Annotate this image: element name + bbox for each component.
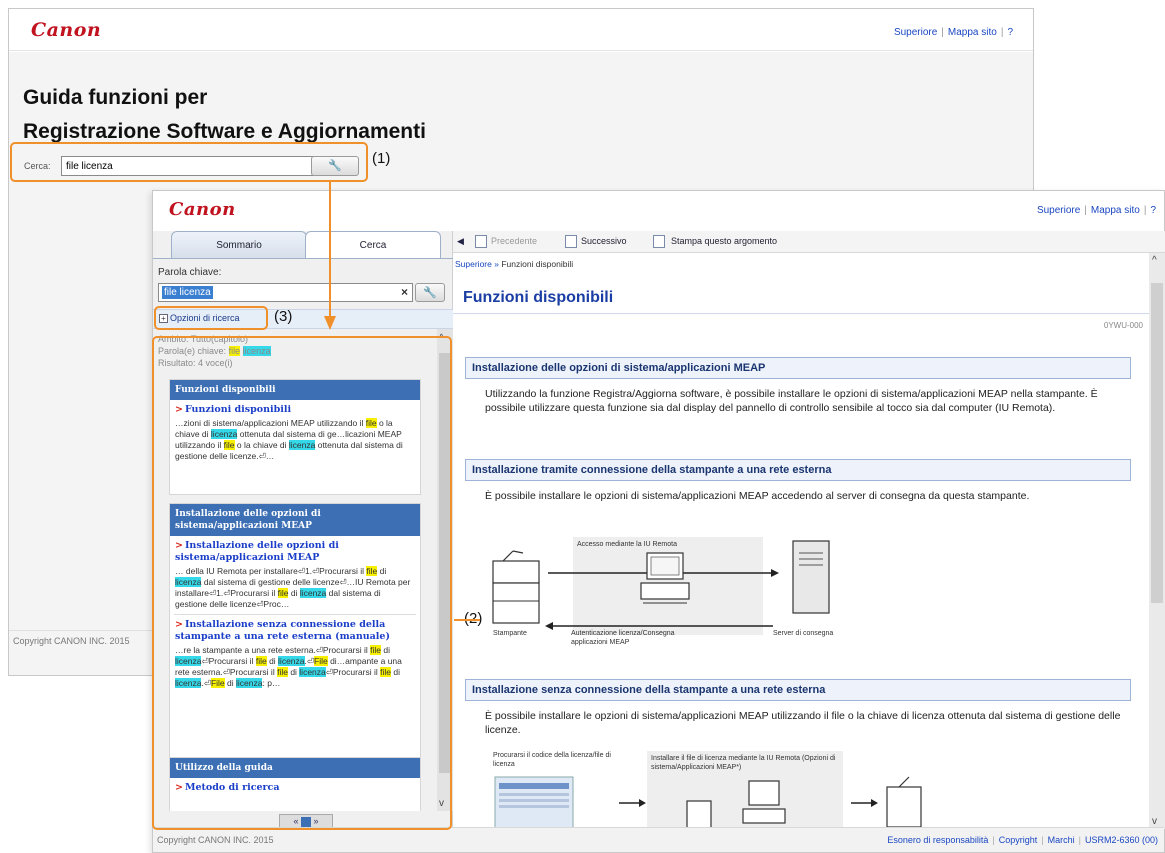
figure2-right-label: Installare il file di licenza mediante l… <box>651 755 836 771</box>
back-header: Canon Superiore | Mappa sito |? <box>9 9 1033 51</box>
collapse-arrow-icon[interactable]: ◀ <box>457 236 464 247</box>
guide-title-line2: Registrazione Software e Aggiornamenti <box>23 120 426 143</box>
clear-icon[interactable]: × <box>401 285 408 299</box>
content-scrollbar[interactable]: ^ v <box>1149 253 1165 829</box>
annotation-label-3: (3) <box>274 308 293 325</box>
link-superiore[interactable]: Superiore <box>894 27 937 38</box>
figure2-left-label: Procurarsi il codice della licenza/file … <box>493 752 611 768</box>
section-text: È possibile installare le opzioni di sis… <box>485 710 1121 736</box>
link-help[interactable]: ? <box>1150 205 1156 216</box>
breadcrumb: Superiore » Funzioni disponibili <box>455 259 574 269</box>
link-help[interactable]: ? <box>1007 27 1013 38</box>
footer-code: USRM2-6360 (00) <box>1084 835 1158 845</box>
next-icon[interactable] <box>565 235 577 248</box>
footer-trademarks-link[interactable]: Marchi <box>1048 835 1075 845</box>
keyword-input[interactable]: file licenza × <box>158 283 413 302</box>
front-copyright: Copyright CANON INC. 2015 <box>157 835 274 845</box>
topic-navbar: ◀ Precedente Successivo Stampa questo ar… <box>453 231 1165 253</box>
front-footer: Copyright CANON INC. 2015 Esonero di res… <box>153 827 1164 852</box>
section-text: È possibile installare le opzioni di sis… <box>485 490 1030 502</box>
section-heading: Installazione delle opzioni di sistema/a… <box>465 357 1131 379</box>
printer-icon <box>492 550 540 624</box>
doc-id: 0YWU-000 <box>1103 321 1143 330</box>
tab-sommario[interactable]: Sommario <box>171 231 307 259</box>
section-heading: Installazione tramite connessione della … <box>465 459 1131 481</box>
section-heading: Installazione senza connessione della st… <box>465 679 1131 701</box>
scroll-down-icon[interactable]: v <box>1152 816 1157 827</box>
front-header: Canon Superiore | Mappa sito |? <box>153 191 1164 231</box>
print-link[interactable]: Stampa questo argomento <box>671 236 777 246</box>
breadcrumb-current: Funzioni disponibili <box>501 259 574 269</box>
diagram-graphics <box>492 540 830 630</box>
annotation-label-1: (1) <box>372 150 391 167</box>
annotation-box-search <box>10 142 368 182</box>
scrollbar-thumb[interactable] <box>1151 283 1163 603</box>
diagram2-graphics <box>494 776 922 829</box>
back-copyright: Copyright CANON INC. 2015 <box>13 636 130 646</box>
link-mappa-sito[interactable]: Mappa sito <box>1091 205 1140 216</box>
previous-link[interactable]: Precedente <box>491 236 537 246</box>
computer-icon <box>640 552 690 604</box>
annotation-box-results <box>152 336 452 830</box>
print-icon[interactable] <box>653 235 665 248</box>
front-top-links: Superiore | Mappa sito |? <box>1036 205 1156 216</box>
next-link[interactable]: Successivo <box>581 236 627 246</box>
footer-links: Esonero di responsabilità | Copyright | Marc… <box>887 835 1158 845</box>
link-superiore[interactable]: Superiore <box>1037 205 1080 216</box>
previous-icon[interactable] <box>475 235 487 248</box>
scroll-up-icon[interactable]: ^ <box>1152 255 1157 266</box>
keyword-search-button[interactable]: 🔧 <box>415 283 445 302</box>
wrench-icon: 🔧 <box>423 287 437 299</box>
page-title: Funzioni disponibili <box>463 289 614 306</box>
section-text: Utilizzando la funzione Registra/Aggiorn… <box>485 388 1098 414</box>
keyword-label: Parola chiave: <box>158 267 222 278</box>
annotation-box-options <box>154 306 268 330</box>
annotation-label-2: (2) <box>464 610 483 627</box>
printer-label: Stampante <box>493 630 527 637</box>
canon-logo: Canon <box>31 19 102 41</box>
server-icon <box>792 540 830 614</box>
server-label: Server di consegna <box>773 630 834 637</box>
footer-disclaimer-link[interactable]: Esonero di responsabilità <box>887 835 988 845</box>
link-mappa-sito[interactable]: Mappa sito <box>948 27 997 38</box>
canon-logo: Canon <box>169 199 236 220</box>
footer-copyright-link[interactable]: Copyright <box>999 835 1038 845</box>
tab-cerca[interactable]: Cerca <box>305 231 441 259</box>
back-top-links: Superiore | Mappa sito |? <box>893 27 1013 38</box>
auth-label: Autenticazione licenza/Consegna applicaz… <box>571 630 675 646</box>
content-pane: ◀ Precedente Successivo Stampa questo ar… <box>453 231 1165 829</box>
keyword-value: file licenza <box>162 286 213 299</box>
guide-title-line1: Guida funzioni per <box>23 86 208 109</box>
breadcrumb-link[interactable]: Superiore <box>455 259 492 269</box>
